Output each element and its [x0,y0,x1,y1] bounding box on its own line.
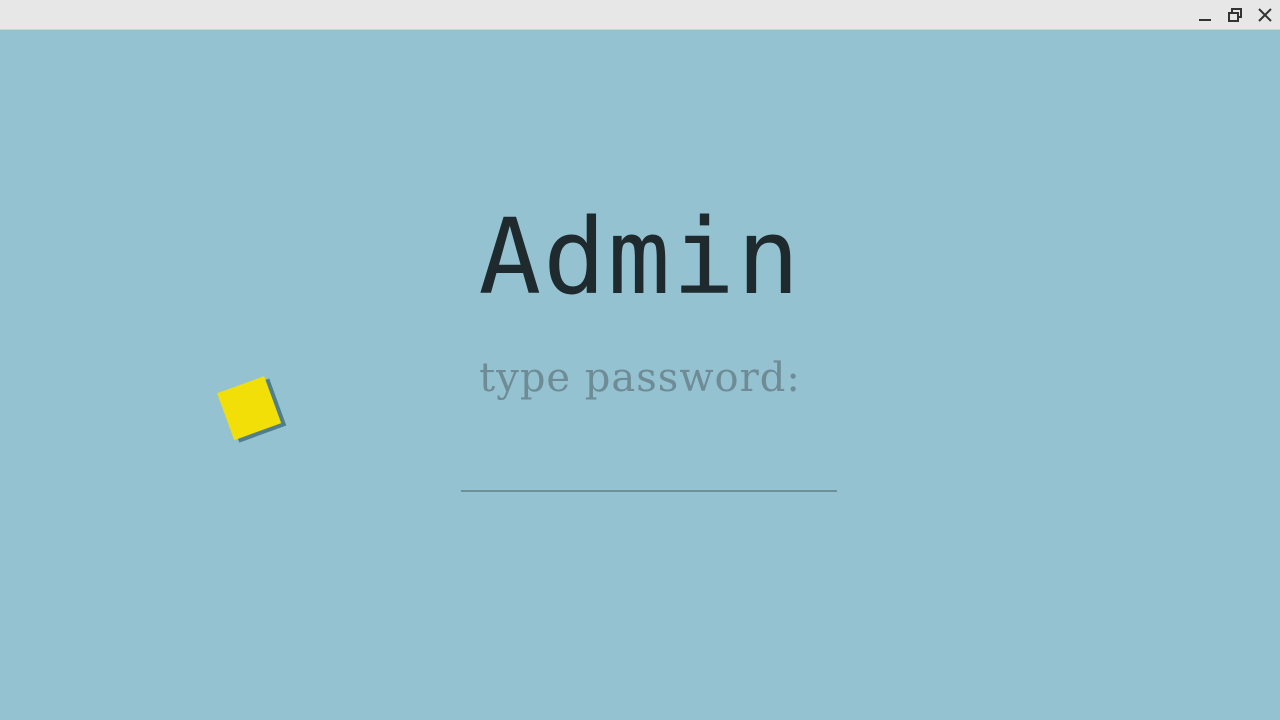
login-screen: Admin type password: [0,30,1280,720]
window-controls [1190,0,1280,29]
minimize-icon[interactable] [1190,0,1220,29]
password-input[interactable] [461,450,837,492]
window-titlebar [0,0,1280,30]
yellow-square-icon [217,376,287,443]
close-icon[interactable] [1250,0,1280,29]
password-prompt-label: type password: [479,355,801,401]
restore-icon[interactable] [1220,0,1250,29]
page-title: Admin [478,196,802,318]
